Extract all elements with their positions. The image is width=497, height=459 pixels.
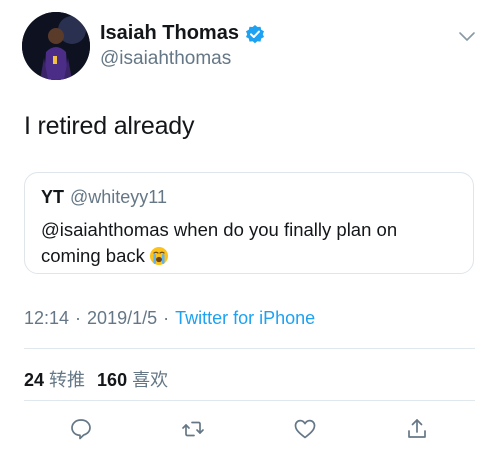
- retweet-button[interactable]: [176, 412, 210, 446]
- comment-icon: [71, 419, 91, 440]
- tweet-meta: 12:14 · 2019/1/5 · Twitter for iPhone: [24, 308, 315, 329]
- quoted-text-block: @isaiahthomas when do you finally plan o…: [41, 217, 461, 269]
- retweet-label: 转推: [49, 370, 86, 390]
- reply-button[interactable]: [64, 412, 98, 446]
- heart-icon: [294, 419, 316, 439]
- loudly-crying-face-icon: [149, 246, 169, 266]
- author-name-row[interactable]: Isaiah Thomas: [100, 22, 265, 45]
- like-button[interactable]: [288, 412, 322, 446]
- retweet-count: 24: [24, 370, 45, 390]
- retweet-stat[interactable]: 24 转推: [24, 370, 85, 390]
- quoted-display-name: YT: [41, 187, 65, 207]
- divider: [24, 400, 475, 401]
- chevron-down-icon[interactable]: [458, 30, 476, 42]
- like-stat[interactable]: 160 喜欢: [97, 370, 168, 390]
- quoted-author: YT @whiteyy11: [41, 187, 167, 208]
- retweet-icon: [182, 421, 204, 437]
- tweet-actions: [0, 412, 497, 446]
- tweet-detail: Isaiah Thomas @isaiahthomas I retired al…: [0, 0, 497, 459]
- quoted-handle: @whiteyy11: [70, 187, 167, 207]
- avatar[interactable]: [22, 12, 90, 80]
- quoted-text: @isaiahthomas when do you finally plan o…: [41, 219, 398, 266]
- quoted-tweet[interactable]: YT @whiteyy11 @isaiahthomas when do you f…: [24, 172, 474, 274]
- like-count: 160: [97, 370, 128, 390]
- author-handle[interactable]: @isaiahthomas: [100, 48, 231, 70]
- like-label: 喜欢: [132, 370, 169, 390]
- tweet-text: I retired already: [24, 112, 195, 140]
- tweet-source-link[interactable]: Twitter for iPhone: [175, 308, 315, 328]
- tweet-date: 2019/1/5: [87, 308, 158, 328]
- author-display-name[interactable]: Isaiah Thomas: [100, 22, 239, 45]
- divider: [24, 348, 475, 349]
- verified-badge-icon: [245, 24, 265, 44]
- share-icon: [408, 419, 426, 438]
- tweet-time: 12:14: [24, 308, 70, 328]
- player-avatar-icon: [22, 12, 90, 80]
- meta-separator: ·: [75, 308, 82, 328]
- tweet-stats: 24 转推 160 喜欢: [24, 366, 168, 392]
- share-button[interactable]: [400, 412, 434, 446]
- meta-separator: ·: [163, 308, 170, 328]
